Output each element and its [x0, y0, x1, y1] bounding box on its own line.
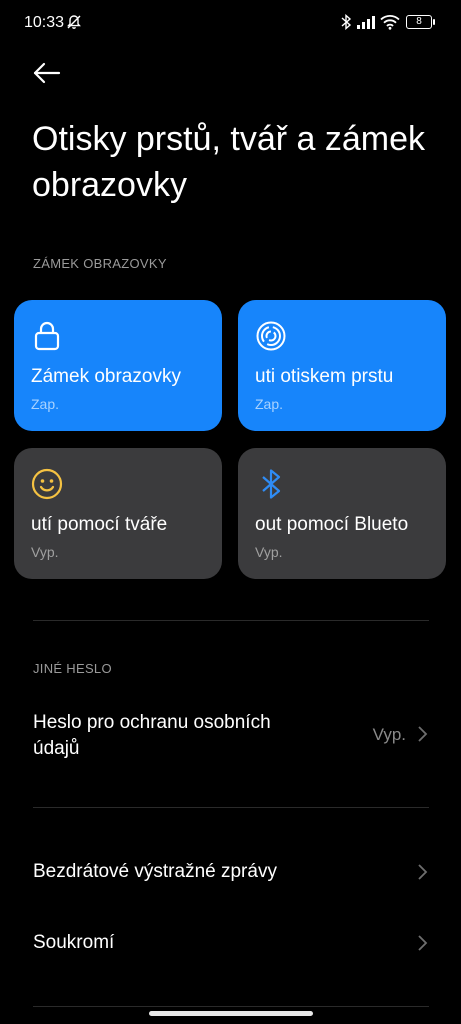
- tile-state: Zap.: [31, 396, 60, 412]
- wireless-alerts-label: Bezdrátové výstražné zprávy: [33, 861, 277, 882]
- divider: [33, 807, 429, 808]
- bluetooth-status-icon: [340, 13, 352, 35]
- status-bar: 10:33 8: [0, 0, 461, 46]
- chevron-right-icon: [416, 863, 428, 881]
- tile-state: Vyp.: [31, 544, 59, 560]
- wifi-icon: [380, 14, 400, 35]
- wireless-alerts-row[interactable]: Bezdrátové výstražné zprávy: [0, 850, 461, 896]
- privacy-row[interactable]: Soukromí: [0, 921, 461, 967]
- divider: [33, 1006, 429, 1007]
- status-time: 10:33: [24, 14, 65, 31]
- privacy-password-label: Heslo pro ochranu osobních údajů: [33, 710, 271, 762]
- section-header-screen-lock: ZÁMEK OBRAZOVKY: [33, 256, 167, 271]
- privacy-label: Soukromí: [33, 932, 115, 953]
- tile-label: utí pomocí tváře: [31, 514, 168, 535]
- privacy-password-label-line2: údajů: [33, 738, 80, 759]
- bluetooth-icon: [255, 468, 287, 500]
- screen: 10:33 8 Otisky prstů, tvář a zámek obraz…: [0, 0, 461, 1024]
- tile-screen-lock[interactable]: Zámek obrazovky Zap.: [14, 300, 222, 431]
- face-icon: [31, 468, 63, 500]
- privacy-password-row[interactable]: Heslo pro ochranu osobních údajů Vyp.: [0, 708, 461, 768]
- tile-fingerprint[interactable]: uti otiskem prstu Zap.: [238, 300, 446, 431]
- signal-icon: [356, 14, 376, 35]
- tile-state: Vyp.: [255, 544, 283, 560]
- tile-state: Zap.: [255, 396, 284, 412]
- home-indicator[interactable]: [149, 1011, 313, 1016]
- privacy-password-value: Vyp.: [372, 725, 406, 744]
- privacy-password-label-line1: Heslo pro ochranu osobních: [33, 712, 271, 733]
- tile-label: out pomocí Blueto: [255, 514, 409, 535]
- chevron-right-icon: [416, 725, 428, 743]
- tile-label: uti otiskem prstu: [255, 366, 394, 387]
- battery-icon: 8: [406, 15, 435, 29]
- lock-icon: [31, 320, 63, 352]
- chevron-right-icon: [416, 934, 428, 952]
- section-header-other-password: JINÉ HESLO: [33, 661, 112, 676]
- tile-bluetooth-unlock[interactable]: out pomocí Blueto Vyp.: [238, 448, 446, 579]
- back-arrow-icon: [33, 62, 61, 84]
- tile-label: Zámek obrazovky: [31, 366, 181, 387]
- tile-face-unlock[interactable]: utí pomocí tváře Vyp.: [14, 448, 222, 579]
- divider: [33, 620, 429, 621]
- fingerprint-icon: [255, 320, 287, 352]
- bell-muted-icon: [66, 14, 82, 35]
- back-button[interactable]: [28, 56, 68, 90]
- page-title: Otisky prstů, tvář a zámek obrazovky: [32, 120, 425, 204]
